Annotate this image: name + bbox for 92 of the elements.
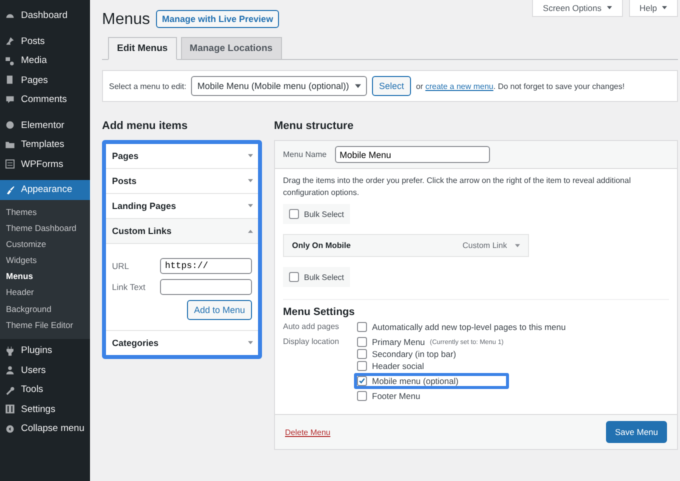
checkbox[interactable] — [357, 361, 367, 372]
caret-icon — [606, 6, 612, 10]
checkbox[interactable] — [357, 349, 367, 360]
sidebar-item[interactable]: Appearance — [0, 180, 90, 200]
caret-icon — [248, 229, 253, 233]
screen-options-button[interactable]: Screen Options — [532, 0, 623, 17]
plug-icon — [5, 346, 15, 356]
checkbox-label: Primary Menu — [372, 337, 425, 348]
checkbox[interactable] — [357, 322, 367, 332]
tab[interactable]: Edit Menus — [108, 37, 177, 60]
sidebar-item[interactable]: Plugins — [0, 341, 90, 360]
tab[interactable]: Manage Locations — [180, 37, 282, 60]
folder-icon — [5, 140, 15, 150]
sliders-icon — [5, 404, 15, 414]
caret-icon — [515, 244, 520, 248]
checkbox[interactable] — [357, 376, 367, 386]
submenu-item[interactable]: Menus — [0, 268, 90, 284]
select-note: or create a new menu. Do not forget to save your changes! — [416, 82, 625, 90]
checkbox[interactable] — [357, 391, 367, 402]
checkbox-label: Bulk Select — [304, 272, 344, 282]
sidebar-item[interactable]: Users — [0, 360, 90, 380]
settings-title: Menu Settings — [283, 306, 356, 318]
speech-bubble-icon — [5, 94, 15, 105]
select-label: Select a menu to edit: — [109, 82, 186, 90]
menu-item-bar[interactable]: Only On Mobile Custom Link — [283, 234, 529, 258]
caret-icon — [248, 179, 253, 183]
caret-icon — [248, 204, 253, 208]
select-button[interactable]: Select — [372, 76, 411, 96]
sidebar-item[interactable]: Templates — [0, 135, 90, 154]
sidebar-item[interactable]: Pages — [0, 70, 90, 90]
submenu-item[interactable]: Header — [0, 284, 90, 301]
sidebar-item[interactable]: Posts — [0, 32, 90, 51]
checkbox-label: Header social — [372, 361, 424, 372]
link-text-field[interactable] — [160, 279, 252, 295]
form-icon — [5, 159, 15, 170]
sidebar-item[interactable]: Collapse menu — [0, 419, 90, 438]
pin-icon — [5, 36, 15, 46]
chevron-icon — [354, 84, 361, 88]
sidebar-item[interactable]: Elementor — [0, 116, 90, 135]
checkbox-label: Secondary (in top bar) — [372, 349, 456, 360]
add-to-menu-button[interactable]: Add to Menu — [186, 300, 252, 320]
section-title: Menu structure — [274, 120, 354, 132]
field-label: URL — [112, 261, 130, 271]
create-menu-link[interactable]: create a new menu — [425, 82, 494, 90]
caret-icon — [248, 341, 253, 345]
sidebar-item[interactable]: Settings — [0, 400, 90, 419]
accordion-header[interactable]: Posts — [106, 169, 258, 194]
caret-icon — [248, 154, 253, 158]
accordion-header[interactable]: Custom Links — [106, 219, 258, 244]
save-menu-button[interactable]: Save Menu — [606, 421, 667, 444]
page-icon — [5, 75, 15, 86]
help-button[interactable]: Help — [628, 0, 678, 17]
submenu-item[interactable]: Theme Dashboard — [0, 220, 90, 236]
field-label: Link Text — [112, 282, 146, 292]
wrench-icon — [5, 384, 15, 395]
setting-label: Auto add pages — [283, 322, 340, 332]
section-title: Add menu items — [102, 120, 189, 132]
delete-menu-link[interactable]: Delete Menu — [285, 428, 330, 437]
checkbox[interactable] — [289, 209, 299, 220]
menu-name-field[interactable]: Mobile Menu — [334, 146, 490, 163]
submenu-item[interactable]: Theme File Editor — [0, 316, 90, 333]
submenu-item[interactable]: Background — [0, 300, 90, 317]
live-preview-button[interactable]: Manage with Live Preview — [156, 10, 280, 28]
submenu-item[interactable]: Themes — [0, 204, 90, 220]
setting-label: Display location — [283, 337, 340, 348]
menu-dropdown[interactable]: Mobile Menu (Mobile menu (optional)) — [191, 76, 367, 96]
accordion-header[interactable]: Categories — [106, 331, 258, 355]
page-title: Menus — [102, 11, 150, 29]
submenu-item[interactable]: Customize — [0, 236, 90, 252]
person-icon — [5, 365, 15, 376]
sidebar-item[interactable]: Comments — [0, 90, 90, 110]
checkbox-label: Bulk Select — [304, 210, 344, 219]
circle-icon — [5, 120, 15, 130]
checkbox[interactable] — [357, 337, 367, 348]
checkbox[interactable] — [289, 272, 299, 282]
submenu-item[interactable]: Widgets — [0, 252, 90, 268]
checkbox-label: Mobile menu (optional) — [372, 376, 458, 386]
accordion-header[interactable]: Pages — [106, 144, 258, 169]
checkbox-label: Footer Menu — [372, 391, 420, 402]
field-label: Menu Name — [283, 150, 327, 159]
instructions-text: Drag the items into the order you prefer. Click the arrow on the right of the item to reveal additional configuration options. — [283, 175, 632, 198]
menu-item-type: Custom Link — [462, 241, 507, 250]
sidebar-item[interactable]: Dashboard — [0, 6, 90, 26]
caret-icon — [662, 6, 667, 10]
sidebar-item[interactable]: Media — [0, 51, 90, 70]
sidebar-item[interactable]: Tools — [0, 380, 90, 400]
media-icon — [5, 56, 15, 66]
menu-item-title: Only On Mobile — [292, 241, 352, 250]
sidebar-item[interactable]: WPForms — [0, 154, 90, 174]
checkbox-label: Automatically add new top-level pages to this menu — [372, 322, 566, 332]
brush-icon — [5, 184, 15, 195]
url-field[interactable]: https:// — [160, 258, 252, 274]
